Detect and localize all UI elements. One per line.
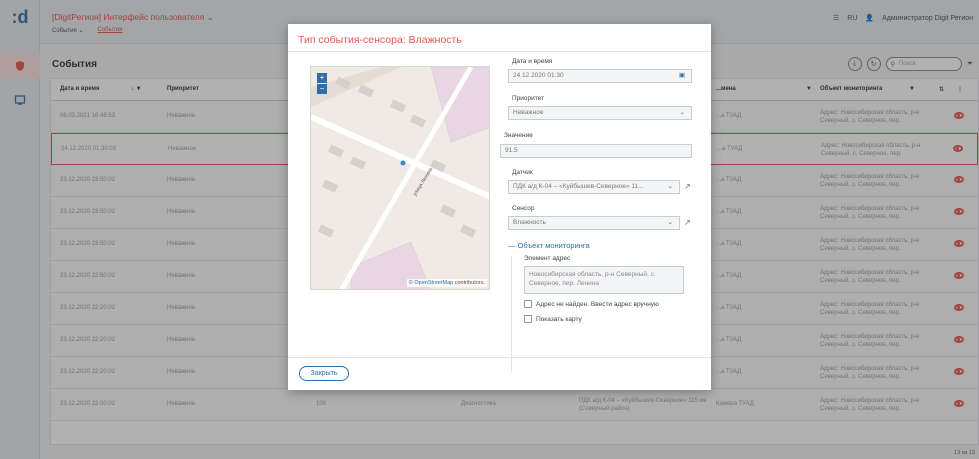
sensor-device-value: ПДК а/д К-04 – «Куйбышев-Северное» 11... [513, 183, 644, 190]
datetime-label: Дата и время [512, 58, 553, 65]
datetime-value: 24.12.2020 01:30 [513, 72, 564, 79]
priority-select[interactable]: Неважное ⌄ [508, 106, 692, 120]
divider [288, 357, 711, 358]
chevron-down-icon: ⌄ [667, 183, 673, 190]
sensor-device-label: Датчик [512, 169, 533, 176]
attribution-suffix: contributors. [453, 280, 485, 286]
osm-link[interactable]: © OpenStreetMap [409, 280, 453, 286]
chevron-down-icon: ⌄ [667, 219, 673, 226]
calendar-icon[interactable]: ▣ [679, 70, 685, 82]
map-tiles [311, 67, 489, 289]
divider [511, 256, 512, 372]
show-map-label: Показать карту [536, 315, 582, 323]
manual-address-checkbox[interactable]: Адрес не найден. Ввести адрес вручную [524, 300, 659, 308]
divider [288, 51, 711, 52]
external-link-icon[interactable]: ↗ [684, 182, 694, 192]
zoom-controls: + − [317, 73, 327, 95]
zoom-out-button[interactable]: − [317, 84, 327, 94]
value-value: 91.5 [505, 147, 518, 154]
address-label: Элемент адрес [524, 255, 571, 262]
priority-label: Приоритет [512, 95, 545, 102]
chevron-down-icon: ⌄ [679, 109, 685, 116]
value-field[interactable]: 91.5 [500, 144, 692, 158]
checkbox[interactable] [524, 315, 532, 323]
sensor-select[interactable]: Влажность ⌄ [508, 216, 680, 230]
address-field[interactable]: Новосибирская область, р-н Северный, с. … [524, 266, 684, 294]
sensor-device-select[interactable]: ПДК а/д К-04 – «Куйбышев-Северное» 11...… [508, 180, 680, 194]
monitoring-object-toggle[interactable]: — Объект мониторинга [508, 241, 590, 250]
map-attribution: © OpenStreetMap contributors. [406, 279, 487, 287]
zoom-in-button[interactable]: + [317, 73, 327, 83]
checkbox[interactable] [524, 300, 532, 308]
modal-title: Тип события-сенсора: Влажность [298, 34, 462, 46]
sensor-label: Сенсор [512, 205, 535, 212]
monitoring-object-title: Объект мониторинга [517, 241, 590, 250]
map[interactable]: улица Ленина + − © OpenStreetMap contrib… [310, 66, 490, 290]
value-label: Значение [504, 132, 533, 139]
event-modal: Тип события-сенсора: Влажность улица Лен… [288, 24, 711, 390]
sensor-value: Влажность [513, 219, 546, 226]
datetime-field[interactable]: 24.12.2020 01:30 ▣ [508, 69, 692, 83]
priority-value: Неважное [513, 109, 544, 116]
external-link-icon[interactable]: ↗ [684, 218, 694, 228]
show-map-checkbox[interactable]: Показать карту [524, 315, 582, 323]
close-button[interactable]: Закрыть [299, 366, 349, 381]
manual-address-label: Адрес не найден. Ввести адрес вручную [536, 300, 659, 308]
